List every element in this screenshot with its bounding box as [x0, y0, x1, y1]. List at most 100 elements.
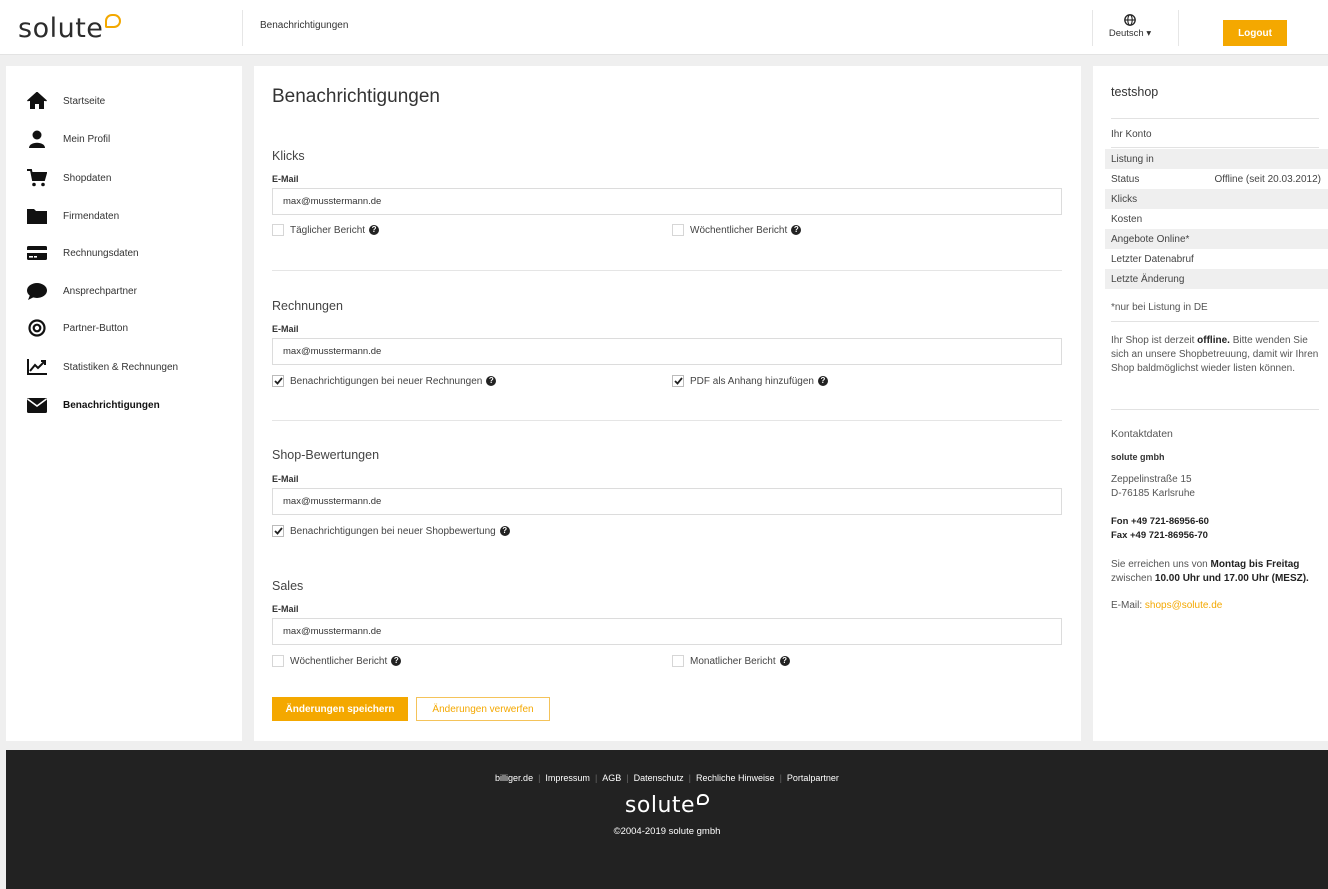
email-label: E-Mail [272, 474, 299, 484]
solute-logo[interactable]: solute [18, 12, 122, 44]
account-panel: testshop Ihr Konto Listung in Status Off… [1093, 66, 1328, 741]
bewertungen-notify-checkbox[interactable]: Benachrichtigungen bei neuer Shopbewertu… [272, 525, 510, 537]
home-icon [26, 90, 48, 112]
checkbox-box[interactable] [272, 655, 284, 667]
checkbox-label: Benachrichtigungen bei neuer Rechnungen [290, 375, 483, 387]
klicks-email-input[interactable] [272, 188, 1062, 215]
checkbox-box[interactable] [672, 375, 684, 387]
header-divider [242, 10, 243, 46]
sidebar-item-label: Statistiken & Rechnungen [63, 361, 179, 373]
footer: billiger.de | Impressum | AGB | Datenschutz | Re… [6, 750, 1328, 889]
sidebar-item-ansprechpartner[interactable]: Ansprechpartner [26, 280, 137, 302]
sidebar-item-mein-profil[interactable]: Mein Profil [26, 128, 110, 150]
checkbox-box[interactable] [272, 224, 284, 236]
sidebar-item-firmendaten[interactable]: Firmendaten [26, 205, 119, 227]
klicks-weekly-checkbox[interactable]: Wöchentlicher Bericht ? [672, 224, 802, 236]
sidebar-item-statistiken[interactable]: Statistiken & Rechnungen [26, 356, 178, 378]
logout-button[interactable]: Logout [1223, 20, 1287, 46]
footer-link-hinweise[interactable]: Rechliche Hinweise [696, 773, 775, 783]
row-value: Offline (seit 20.03.2012) [1214, 173, 1321, 185]
user-icon [26, 128, 48, 150]
sidebar-item-partner-button[interactable]: Partner-Button [26, 317, 128, 339]
link-separator: | [538, 773, 541, 783]
header-divider [1092, 10, 1093, 46]
checkbox-box[interactable] [672, 224, 684, 236]
question-circle-icon[interactable]: ? [779, 656, 790, 666]
bewertungen-email-input[interactable] [272, 488, 1062, 515]
checkbox-label: Wöchentlicher Bericht [290, 655, 388, 667]
row-label: Letzter Datenabruf [1111, 253, 1194, 265]
contact-heading: Kontaktdaten [1111, 428, 1173, 440]
footer-link-agb[interactable]: AGB [602, 773, 621, 783]
hours-text: zwischen [1111, 573, 1155, 584]
checkbox-box[interactable] [672, 655, 684, 667]
sales-monthly-checkbox[interactable]: Monatlicher Bericht ? [672, 655, 790, 667]
sidebar-item-label: Mein Profil [63, 133, 111, 145]
language-selector[interactable]: Deutsch ▾ [1100, 14, 1160, 39]
offline-message-text: Ihr Shop ist derzeit [1111, 335, 1198, 346]
top-header: solute Benachrichtigungen Deutsch ▾ Logo… [0, 0, 1328, 55]
footer-link-datenschutz[interactable]: Datenschutz [634, 773, 684, 783]
link-separator: | [779, 773, 782, 783]
footer-link-impressum[interactable]: Impressum [545, 773, 590, 783]
account-row-status: Status Offline (seit 20.03.2012) [1105, 169, 1328, 189]
question-circle-icon[interactable]: ? [499, 526, 510, 536]
sidebar-item-benachrichtigungen[interactable]: Benachrichtigungen [26, 394, 160, 416]
contact-hours: Sie erreichen uns von Montag bis Freitag… [1111, 558, 1326, 586]
sidebar-item-label: Partner-Button [63, 322, 129, 334]
panel-divider [1111, 147, 1319, 148]
checkbox-label: Monatlicher Bericht [690, 655, 776, 667]
section-title-klicks: Klicks [272, 149, 305, 163]
discard-changes-button[interactable]: Änderungen verwerfen [416, 697, 550, 721]
row-label: Kosten [1111, 213, 1143, 225]
shop-name: testshop [1111, 85, 1159, 99]
rechnungen-email-input[interactable] [272, 338, 1062, 365]
question-circle-icon[interactable]: ? [486, 376, 497, 386]
contact-city: D-76185 Karlsruhe [1111, 488, 1195, 499]
logo-speech-mark-icon [105, 14, 122, 28]
checkbox-box[interactable] [272, 525, 284, 537]
link-separator: | [594, 773, 598, 783]
contact-fax: Fax +49 721-86956-70 [1111, 530, 1208, 541]
email-prefix: E-Mail: [1111, 600, 1145, 611]
footer-links: billiger.de | Impressum | AGB | Datenschutz | Re… [6, 773, 1328, 783]
panel-divider [1111, 321, 1319, 322]
question-circle-icon[interactable]: ? [369, 225, 380, 235]
rechnungen-pdf-checkbox[interactable]: PDF als Anhang hinzufügen ? [672, 375, 828, 387]
sidebar-item-label: Rechnungsdaten [63, 247, 139, 259]
question-circle-icon[interactable]: ? [391, 656, 402, 666]
copyright: ©2004-2019 solute gmbh [613, 826, 721, 837]
checkbox-label: PDF als Anhang hinzufügen [690, 375, 814, 387]
row-label: Status [1111, 173, 1140, 185]
sidebar-item-startseite[interactable]: Startseite [26, 90, 105, 112]
folder-icon [26, 205, 48, 227]
link-separator: | [626, 773, 629, 783]
question-circle-icon[interactable]: ? [791, 225, 802, 235]
save-changes-button[interactable]: Änderungen speichern [272, 697, 408, 721]
panel-divider [1111, 118, 1319, 119]
contact-email: E-Mail: shops@solute.de [1111, 600, 1222, 611]
globe-icon [1124, 14, 1136, 26]
footer-link-billiger[interactable]: billiger.de [495, 773, 533, 783]
contact-company: solute gmbh [1111, 452, 1165, 462]
checkbox-box[interactable] [272, 375, 284, 387]
account-row-klicks: Klicks [1105, 189, 1328, 209]
checkbox-label: Täglicher Bericht [290, 224, 366, 236]
klicks-daily-checkbox[interactable]: Täglicher Bericht ? [272, 224, 380, 236]
checkbox-label: Wöchentlicher Bericht [690, 224, 788, 236]
sidebar-item-shopdaten[interactable]: Shopdaten [26, 167, 111, 189]
breadcrumb: Benachrichtigungen [260, 20, 349, 31]
footer-link-portalpartner[interactable]: Portalpartner [787, 773, 839, 783]
contact-email-link[interactable]: shops@solute.de [1145, 600, 1222, 611]
sidebar-item-label: Shopdaten [63, 172, 112, 184]
sales-weekly-checkbox[interactable]: Wöchentlicher Bericht ? [272, 655, 402, 667]
question-circle-icon[interactable]: ? [817, 376, 828, 386]
sidebar-item-rechnungsdaten[interactable]: Rechnungsdaten [26, 242, 139, 264]
logo-text: solute [18, 13, 104, 44]
rechnungen-notify-checkbox[interactable]: Benachrichtigungen bei neuer Rechnungen … [272, 375, 497, 387]
listing-footnote: *nur bei Listung in DE [1111, 302, 1208, 313]
sales-email-input[interactable] [272, 618, 1062, 645]
row-label: Letzte Änderung [1111, 273, 1185, 285]
section-title-sales: Sales [272, 579, 304, 593]
offline-status-bold: offline. [1197, 335, 1230, 346]
